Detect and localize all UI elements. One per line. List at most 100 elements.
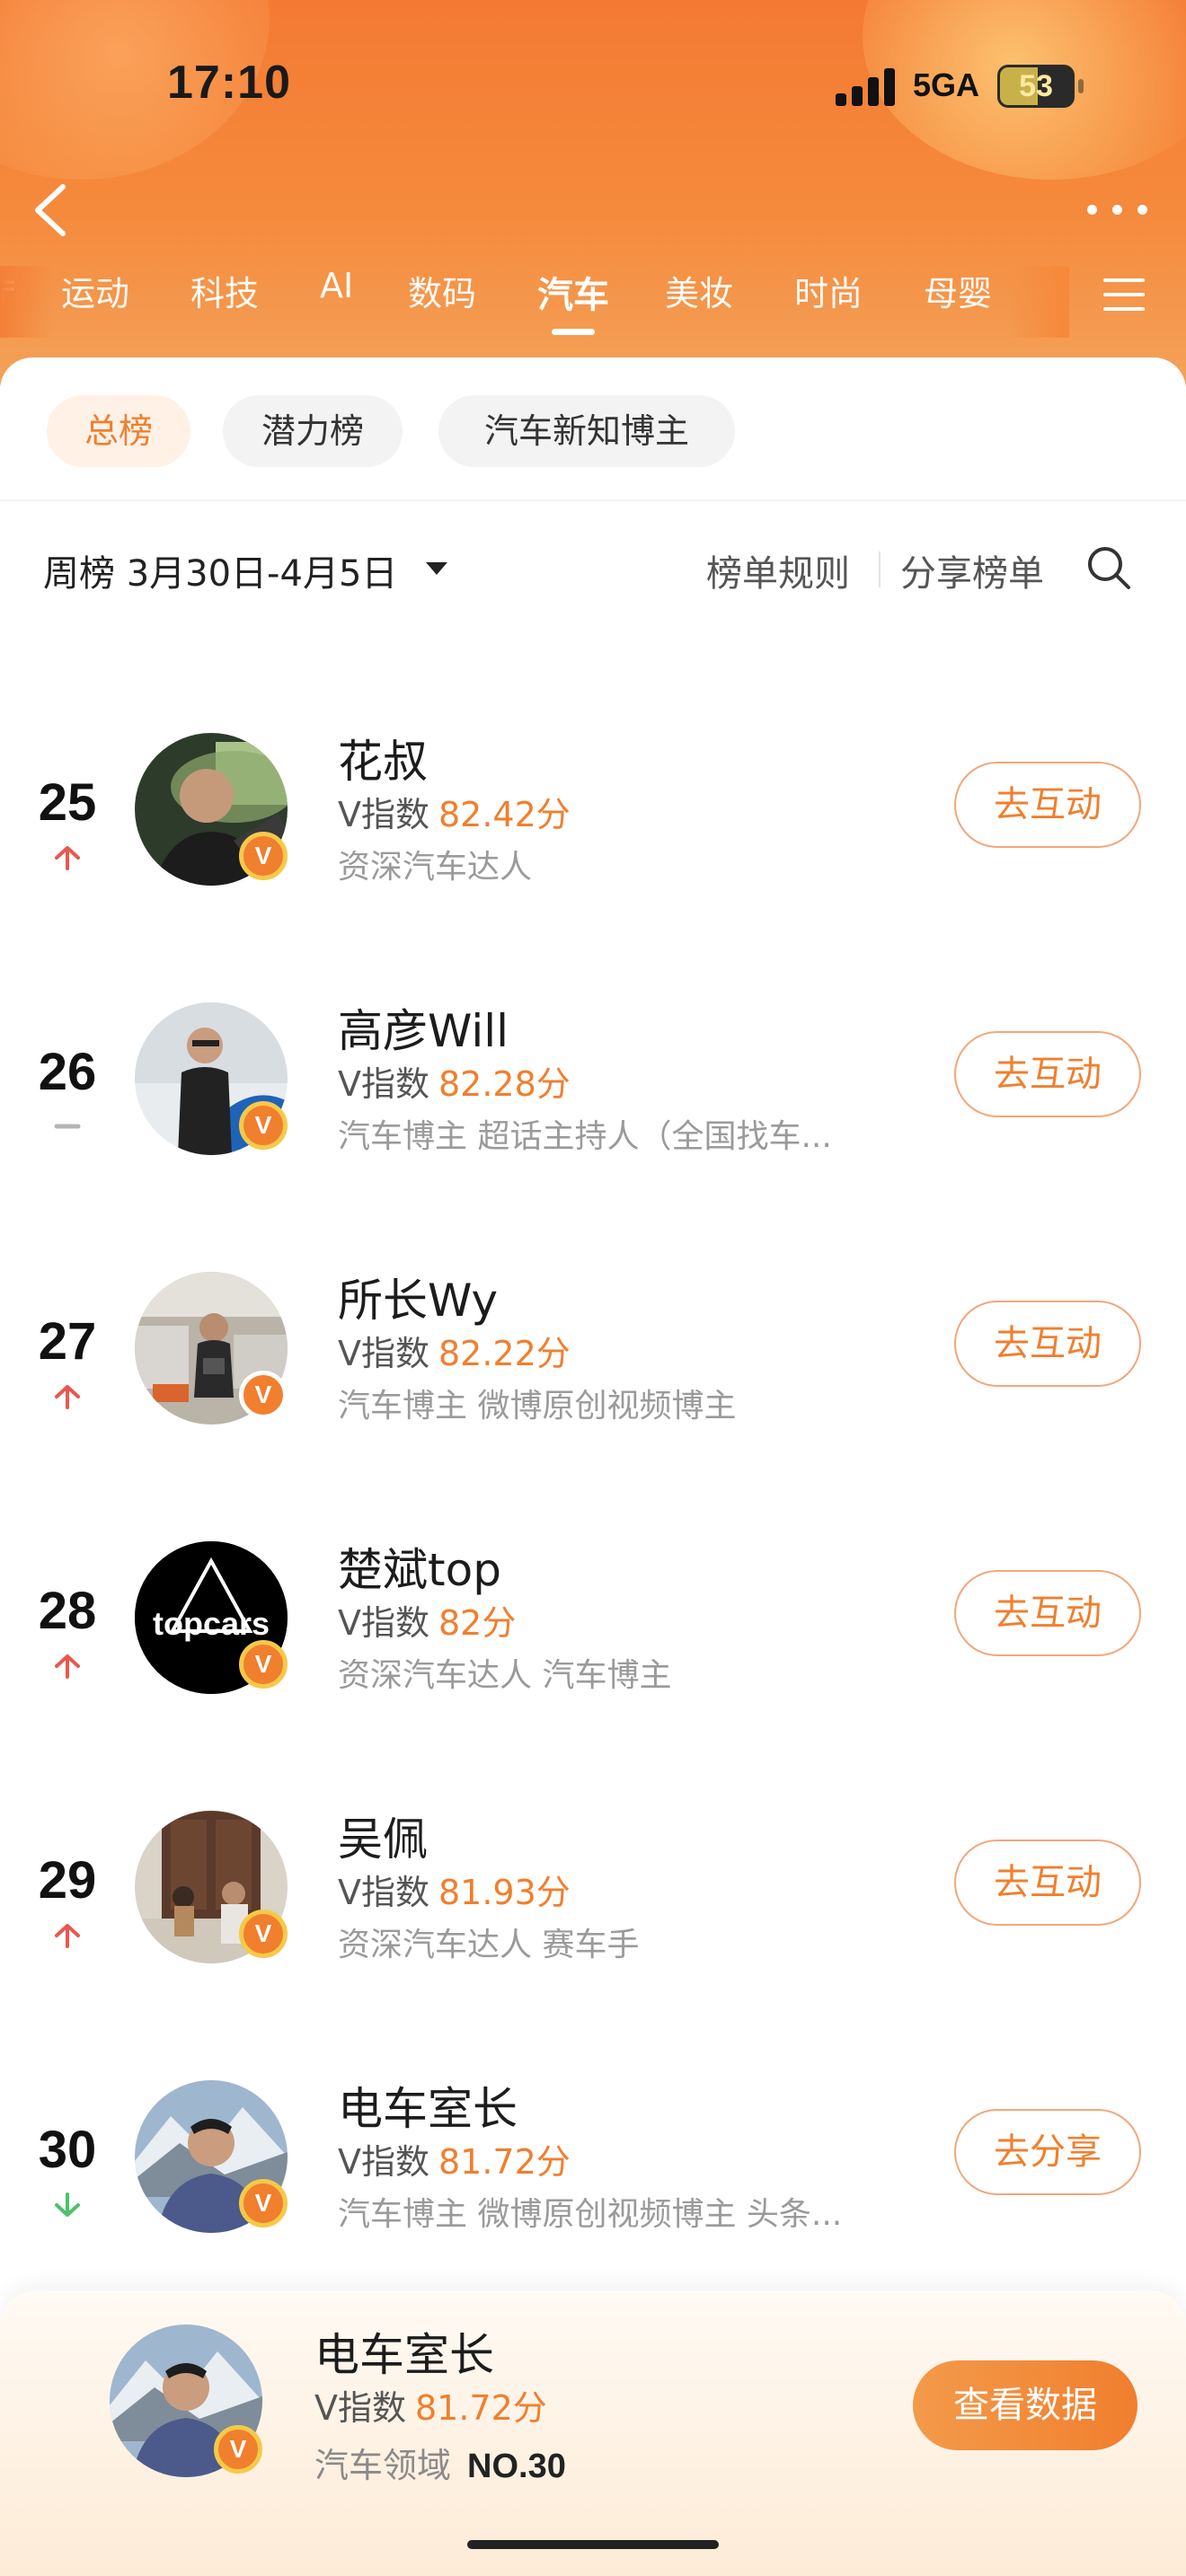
v-index-label: V指数 [338,795,429,834]
v-index-score: 81.93分 [438,1873,571,1912]
ranking-panel: 总榜 潜力榜 汽车新知博主 周榜 3月30日-4月5日 榜单规则 分享榜单 25 [0,357,1186,2576]
interact-button[interactable]: 去互动 [954,762,1141,848]
v-index: V指数 81.72分 [338,2134,571,2183]
tab-tech[interactable]: 科技 [190,266,259,315]
trend-up-icon [55,1654,80,1679]
v-index: V指数 81.93分 [338,1865,571,1914]
more-dots-icon [1087,205,1097,215]
tabs-fade [1006,266,1069,338]
trend-down-icon [55,2192,80,2217]
interact-button[interactable]: 去互动 [954,1031,1141,1117]
blogger-name[interactable]: 所长Wy [338,1265,498,1329]
tab-ai[interactable]: AI [320,266,353,305]
caret-down-icon[interactable] [426,562,447,575]
verified-badge-icon: V [239,1640,288,1689]
my-domain-rank: 汽车领域 NO.30 [314,2438,566,2487]
verified-badge-icon: V [239,2179,288,2228]
filter-overall[interactable]: 总榜 [47,395,190,467]
v-index-label: V指数 [338,1334,429,1373]
tabs-menu-button[interactable] [1103,275,1146,314]
verified-badge-icon: V [239,832,288,880]
ranking-row[interactable]: 29 V 吴佩 V指数 81.93分 资深汽车达人 赛车手 去互动 [0,1804,1186,2073]
blogger-description: 资深汽车达人 赛车手 [338,1927,640,1963]
trend-up-icon [55,1385,80,1409]
verified-badge-icon: V [239,1371,288,1419]
chevron-left-icon [35,184,66,236]
status-time: 17:10 [167,57,291,109]
interact-button[interactable]: 去互动 [954,1570,1141,1656]
back-button[interactable] [22,176,84,244]
ranking-row[interactable]: 27 V 所长Wy V指数 82.22分 汽车博主 微博原创视频博主 去互动 [0,1265,1186,1534]
v-index-score: 81.72分 [415,2388,547,2428]
blogger-description: 汽车博主 微博原创视频博主 头条... [338,2196,843,2233]
battery-cap [1078,79,1084,93]
v-index-score: 82.22分 [438,1334,571,1373]
blogger-description: 汽车博主 超话主持人（全国找车... [338,1118,832,1155]
verified-badge-icon: V [214,2425,262,2474]
view-data-button[interactable]: 查看数据 [913,2360,1137,2450]
battery-level: 53 [1019,69,1053,103]
period-row: 周榜 3月30日-4月5日 榜单规则 分享榜单 [0,537,1186,600]
v-index: V指数 82.28分 [338,1056,571,1106]
search-icon [1088,547,1130,589]
blogger-name[interactable]: 楚斌top [338,1534,501,1599]
blogger-description: 资深汽车达人 汽车博主 [338,1657,672,1694]
header: 17:10 5GA 53 〒 运动 科技 AI 数码 汽车 美妆 时尚 母婴 [0,0,1186,386]
hamburger-menu-icon [1103,293,1145,296]
search-button[interactable] [1084,543,1134,593]
v-index-label: V指数 [338,1873,429,1912]
filter-new-knowledge[interactable]: 汽车新知博主 [438,395,735,467]
blogger-name[interactable]: 花叔 [338,726,428,790]
rules-link[interactable]: 榜单规则 [706,544,850,596]
my-ranking-card: V 电车室长 V指数 81.72分 汽车领域 NO.30 查看数据 [0,2290,1186,2576]
tab-fashion[interactable]: 时尚 [794,266,863,315]
battery-icon: 53 [997,65,1075,108]
v-index-label: V指数 [338,1603,429,1643]
tab-sports[interactable]: 运动 [61,266,129,315]
more-button[interactable] [1084,189,1152,230]
tab-beauty[interactable]: 美妆 [665,266,733,315]
ranking-row[interactable]: 28 topcars V 楚斌top V指数 82分 资深汽车达人 汽车博主 去互… [0,1534,1186,1804]
cellular-signal-icon [836,66,898,106]
period-selector[interactable]: 周榜 3月30日-4月5日 [43,544,397,596]
divider [0,499,1186,501]
v-index-label: V指数 [338,1064,429,1104]
trend-unchanged-icon [54,1124,81,1129]
interact-button[interactable]: 去互动 [954,1301,1141,1387]
share-list-link[interactable]: 分享榜单 [900,544,1044,596]
rank-number: 30 [38,2121,97,2179]
status-bar: 17:10 5GA 53 [0,0,1186,171]
v-index-label: V指数 [314,2388,406,2428]
tab-active-indicator [552,329,595,335]
tabs-fade [0,266,54,338]
domain-label: 汽车领域 [314,2446,452,2485]
v-index-score: 81.72分 [438,2142,571,2182]
trend-up-icon [55,846,80,870]
share-button[interactable]: 去分享 [954,2109,1141,2195]
blogger-name[interactable]: 高彦Will [338,995,509,1060]
separator [879,551,881,587]
tab-digital[interactable]: 数码 [408,266,476,315]
ranking-row[interactable]: 25 V 花叔 V指数 82.42分 资深汽车达人 去互动 [0,726,1186,995]
blogger-name[interactable]: 吴佩 [338,1804,428,1868]
ranking-row[interactable]: 26 V 高彦Will V指数 82.28分 汽车博主 超话主持人（全国找车...… [0,995,1186,1265]
network-type: 5GA [913,66,980,103]
verified-badge-icon: V [239,1101,288,1150]
blogger-description: 资深汽车达人 [338,849,533,886]
rank-number: 29 [38,1851,97,1910]
v-index: V指数 82.42分 [338,787,571,836]
hamburger-menu-icon [1103,307,1145,311]
interact-button[interactable]: 去互动 [954,1839,1141,1926]
category-tabs: 〒 运动 科技 AI 数码 汽车 美妆 时尚 母婴 [0,266,1186,347]
rank-number: 27 [38,1312,97,1371]
v-index: V指数 82.22分 [338,1326,571,1375]
more-dots-icon [1112,205,1122,215]
home-indicator [467,2540,719,2549]
verified-badge-icon: V [239,1910,288,1958]
hamburger-menu-icon [1103,278,1145,282]
blogger-name[interactable]: 电车室长 [338,2073,518,2138]
tab-baby[interactable]: 母婴 [924,266,992,315]
tab-auto[interactable]: 汽车 [537,266,609,318]
blogger-description: 汽车博主 微博原创视频博主 [338,1388,737,1425]
filter-potential[interactable]: 潜力榜 [223,395,403,467]
